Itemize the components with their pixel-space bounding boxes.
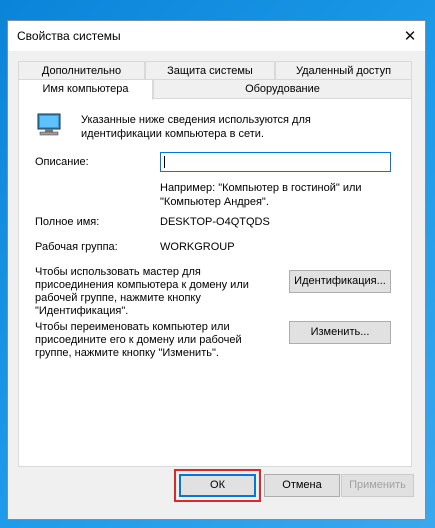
description-input[interactable] — [160, 152, 391, 172]
window-title: Свойства системы — [17, 29, 121, 43]
tab-computer-name[interactable]: Имя компьютера — [18, 79, 153, 100]
identify-button[interactable]: Идентификация... — [289, 270, 391, 293]
wizard-line: Чтобы использовать мастер для — [35, 266, 201, 278]
tab-hardware[interactable]: Оборудование — [153, 79, 412, 98]
wizard-line: присоединения компьютера к домену или — [35, 279, 249, 291]
full-name-label: Полное имя: — [35, 216, 100, 228]
system-properties-dialog: Свойства системы ✕ Дополнительно Защита … — [7, 20, 426, 520]
tab-remote[interactable]: Удаленный доступ — [275, 61, 412, 80]
ok-button[interactable]: ОК — [179, 474, 256, 497]
computer-icon — [34, 113, 64, 137]
change-button[interactable]: Изменить... — [289, 321, 391, 344]
wizard-line: "Идентификация". — [35, 305, 129, 317]
text-caret — [164, 156, 165, 168]
rename-line: группе, нажмите кнопку "Изменить". — [35, 347, 219, 359]
intro-text-line1: Указанные ниже сведения используются для — [81, 114, 311, 126]
tab-advanced[interactable]: Дополнительно — [18, 61, 145, 80]
computer-name-panel: Указанные ниже сведения используются для… — [18, 98, 412, 467]
close-icon: ✕ — [403, 28, 417, 45]
tabs-bottom-row: Имя компьютера Оборудование — [18, 79, 412, 100]
tabs-top-row: Дополнительно Защита системы Удаленный д… — [18, 61, 412, 80]
example-text-line2: "Компьютер Андрея". — [160, 196, 269, 208]
cancel-button[interactable]: Отмена — [264, 474, 340, 497]
full-name-value: DESKTOP-O4QTQDS — [160, 216, 270, 228]
apply-button[interactable]: Применить — [341, 474, 414, 497]
wizard-line: рабочей группе, нажмите кнопку — [35, 292, 201, 304]
wizard-instructions: Чтобы использовать мастер для присоедине… — [35, 266, 249, 318]
workgroup-label: Рабочая группа: — [35, 241, 118, 253]
intro-text-line2: идентификации компьютера в сети. — [81, 128, 264, 140]
rename-line: присоедините его к домену или рабочей — [35, 334, 242, 346]
description-label: Описание: — [35, 156, 89, 168]
rename-instructions: Чтобы переименовать компьютер или присое… — [35, 321, 242, 360]
rename-line: Чтобы переименовать компьютер или — [35, 321, 230, 333]
title-bar[interactable]: Свойства системы ✕ — [8, 21, 425, 51]
workgroup-value: WORKGROUP — [160, 241, 235, 253]
tab-system-protection[interactable]: Защита системы — [145, 61, 275, 80]
close-button[interactable]: ✕ — [395, 21, 425, 51]
example-text-line1: Например: "Компьютер в гостиной" или — [160, 182, 362, 194]
